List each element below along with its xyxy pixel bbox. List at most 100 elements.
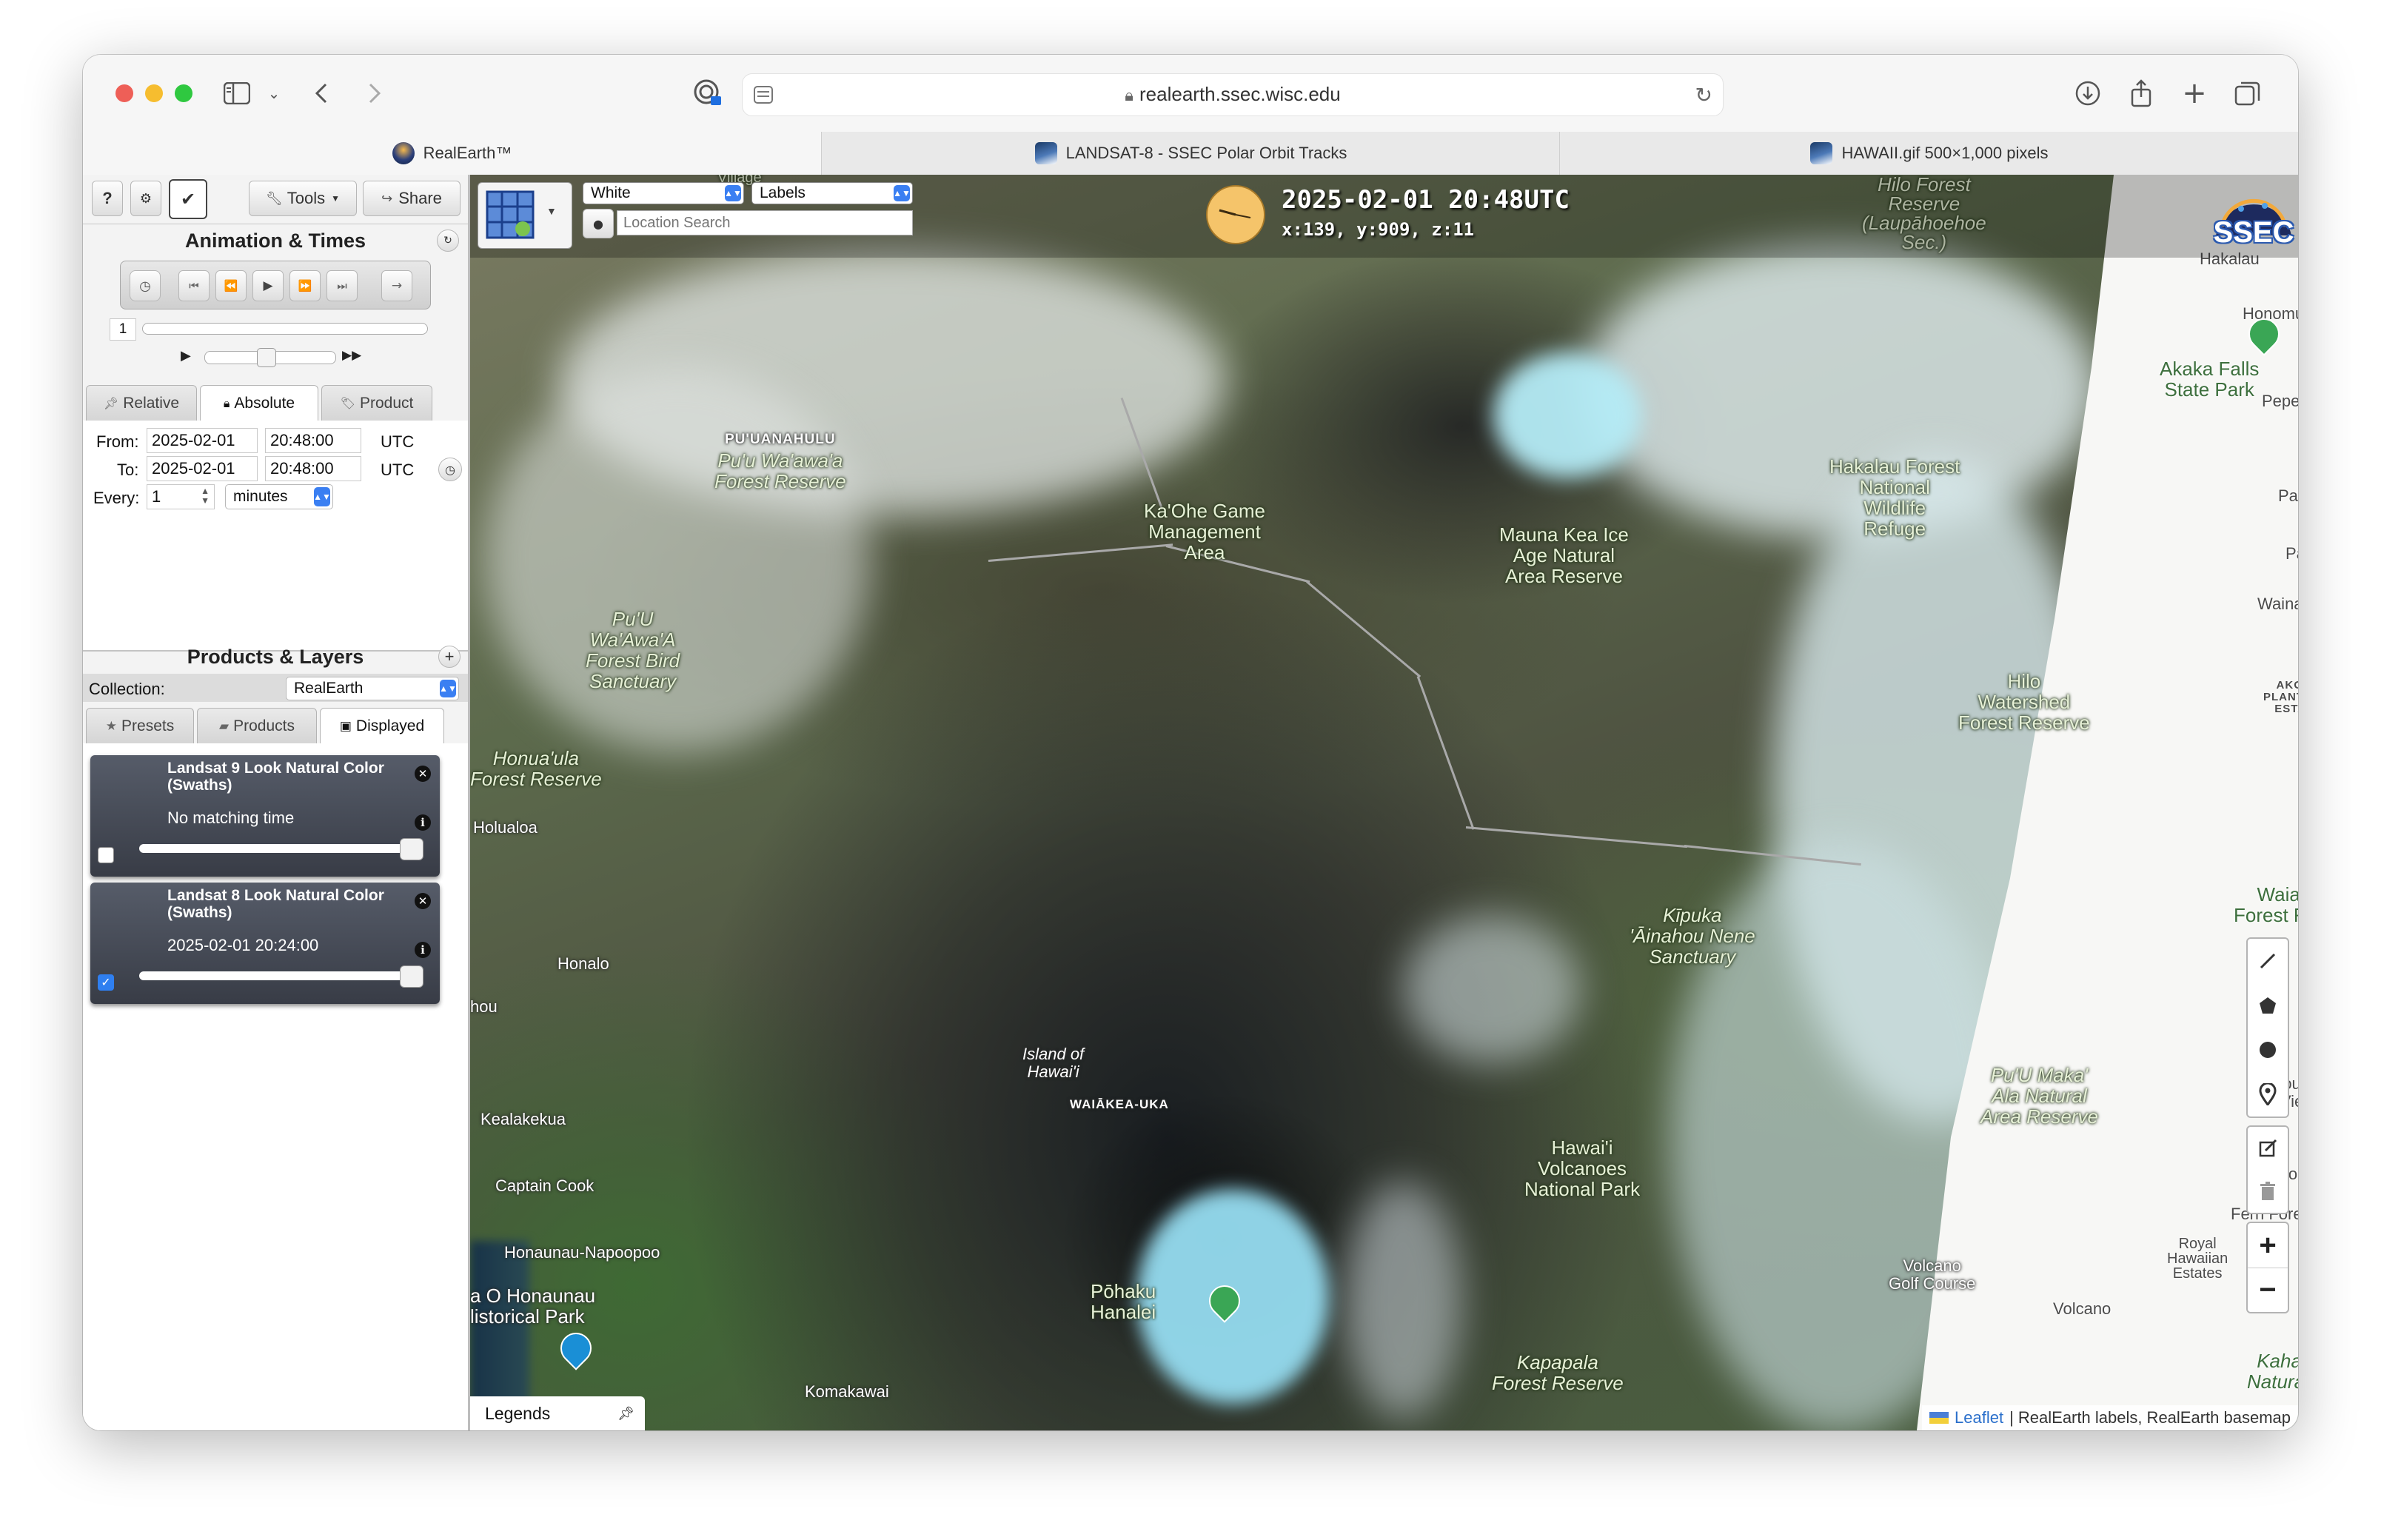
- info-icon[interactable]: i: [415, 814, 431, 831]
- basemap-select[interactable]: White ▲▼: [583, 182, 744, 204]
- from-time-input[interactable]: 20:48:00: [265, 428, 361, 453]
- play-icon[interactable]: ▶: [252, 270, 284, 301]
- location-dot-icon[interactable]: ●: [583, 209, 614, 238]
- tab-relative[interactable]: 📌︎ Relative: [86, 385, 197, 421]
- opacity-slider[interactable]: [139, 965, 423, 988]
- cloud-layer: [1403, 915, 1581, 1063]
- forward-icon[interactable]: [358, 77, 391, 110]
- road: [1416, 675, 1475, 830]
- frame-count: 1: [110, 318, 136, 341]
- arrow-right-icon[interactable]: →: [381, 270, 412, 301]
- opacity-slider[interactable]: [139, 838, 423, 860]
- ssec-logo[interactable]: SSEC: [2211, 184, 2296, 253]
- satellite-map[interactable]: Village Hilo Forest Reserve (Laupāhoehoe Se…: [470, 175, 2298, 1430]
- help-button[interactable]: ?: [92, 181, 123, 216]
- opacity-slider-knob[interactable]: [400, 838, 423, 860]
- pushpin-icon[interactable]: 📌︎: [617, 1406, 634, 1422]
- tab-hawaii-gif[interactable]: HAWAII.gif 500×1,000 pixels: [1559, 132, 2298, 175]
- chevron-down-icon[interactable]: ⌄: [258, 77, 290, 110]
- fast-forward-icon[interactable]: ⏩: [289, 270, 321, 301]
- speed-slider-knob[interactable]: [257, 348, 276, 367]
- downloads-icon[interactable]: [2072, 77, 2104, 110]
- play-small-icon[interactable]: ▶: [181, 348, 191, 364]
- collection-select[interactable]: RealEarth ▲▼: [286, 677, 459, 700]
- caret-down-icon: ▼: [546, 205, 557, 217]
- zoom-out-icon[interactable]: −: [2248, 1268, 2288, 1312]
- legends-tab[interactable]: Legends 📌︎: [470, 1396, 645, 1430]
- location-search-input[interactable]: [617, 210, 913, 235]
- tab-presets[interactable]: ★ Presets: [86, 708, 194, 743]
- basemap-picker[interactable]: ▼: [478, 182, 572, 249]
- settings-button[interactable]: ⚙: [130, 181, 161, 216]
- tab-displayed[interactable]: ▣ Displayed: [320, 708, 444, 743]
- checkmark-button[interactable]: ✔: [169, 179, 207, 219]
- edit-toolbar: [2246, 1125, 2289, 1214]
- absolute-panel: [83, 421, 468, 650]
- tab-overview-icon[interactable]: [2231, 77, 2264, 110]
- time-now-clock-icon[interactable]: ◷: [438, 458, 462, 481]
- layer-card[interactable]: Landsat 8 Look Natural Color (Swaths) ✕ …: [90, 883, 440, 1004]
- every-unit-select[interactable]: minutes ▲▼: [225, 484, 333, 509]
- close-icon[interactable]: ✕: [415, 893, 431, 909]
- layer-checkbox[interactable]: [98, 847, 114, 863]
- lock-small-icon: 🔒︎: [223, 395, 230, 410]
- edit-icon[interactable]: [2248, 1127, 2288, 1170]
- tab-absolute[interactable]: 🔒︎ Absolute: [200, 385, 318, 421]
- tab-realearth[interactable]: RealEarth™: [83, 132, 821, 175]
- draw-circle-icon[interactable]: [2248, 1028, 2288, 1072]
- stepper-icon[interactable]: ▲ ▼: [201, 486, 210, 506]
- ssec-favicon-icon: [392, 142, 415, 164]
- tools-button[interactable]: 🔧︎ Tools ▼: [249, 181, 357, 216]
- privacy-report-icon[interactable]: [691, 77, 724, 110]
- labels-select[interactable]: Labels ▲▼: [751, 182, 913, 204]
- draw-marker-icon[interactable]: [2248, 1072, 2288, 1116]
- tab-products[interactable]: ▰ Products: [197, 708, 317, 743]
- trash-icon[interactable]: [2248, 1170, 2288, 1213]
- tab-bar: RealEarth™ LANDSAT-8 - SSEC Polar Orbit …: [83, 132, 2298, 175]
- new-tab-icon[interactable]: +: [2178, 76, 2211, 110]
- info-icon[interactable]: i: [415, 942, 431, 958]
- grid-map-icon: [486, 190, 535, 239]
- playback-controls: ◷ ⏮ ⏪ ▶ ⏩ ⏭ →: [120, 261, 431, 309]
- fast-play-icon[interactable]: ▶▶: [342, 348, 361, 363]
- share-button[interactable]: ↪ Share: [363, 181, 461, 216]
- layer-card[interactable]: Landsat 9 Look Natural Color (Swaths) ✕ …: [90, 755, 440, 877]
- address-bar[interactable]: 🔒︎ realearth.ssec.wisc.edu ↻: [742, 73, 1724, 116]
- first-frame-icon[interactable]: ⏮: [178, 270, 210, 301]
- every-label: Every:: [93, 489, 140, 507]
- draw-polygon-icon[interactable]: [2248, 983, 2288, 1028]
- layer-checkbox[interactable]: ✓: [98, 974, 114, 991]
- opacity-slider-knob[interactable]: [400, 965, 423, 988]
- zoom-in-icon[interactable]: +: [2248, 1223, 2288, 1268]
- pin-icon: 📌︎: [103, 396, 119, 410]
- clock-icon[interactable]: ◷: [130, 270, 161, 301]
- speed-slider[interactable]: [204, 348, 336, 367]
- tab-product[interactable]: 🏷︎ Product: [321, 385, 432, 421]
- leaflet-link[interactable]: Leaflet: [1955, 1408, 2003, 1427]
- map-datetime: 2025-02-01 20:48UTC: [1282, 185, 1570, 215]
- ssec-logo-text: SSEC: [2213, 216, 2294, 249]
- zoom-window-button[interactable]: [175, 84, 192, 102]
- last-frame-icon[interactable]: ⏭: [326, 270, 358, 301]
- rewind-icon[interactable]: ⏪: [215, 270, 247, 301]
- close-window-button[interactable]: [115, 84, 133, 102]
- from-date-input[interactable]: 2025-02-01: [147, 428, 258, 453]
- refresh-icon[interactable]: ↻: [437, 230, 459, 252]
- add-product-icon[interactable]: +: [438, 646, 461, 668]
- every-value-input[interactable]: 1 ▲ ▼: [147, 484, 215, 509]
- sidebar-toggle-icon[interactable]: [221, 77, 253, 110]
- tab-landsat-tracks[interactable]: LANDSAT-8 - SSEC Polar Orbit Tracks: [821, 132, 1560, 175]
- landmark-pin-icon[interactable]: [554, 1326, 598, 1370]
- to-time-input[interactable]: 20:48:00: [265, 456, 361, 481]
- caret-down-icon: ▼: [331, 193, 341, 204]
- to-date-input[interactable]: 2025-02-01: [147, 456, 258, 481]
- back-icon[interactable]: [305, 77, 338, 110]
- frame-slider[interactable]: [142, 323, 428, 335]
- share-icon[interactable]: [2125, 77, 2157, 110]
- minimize-window-button[interactable]: [145, 84, 163, 102]
- close-icon[interactable]: ✕: [415, 766, 431, 782]
- map-label: AKOLEAPLANTATIONESTATES: [2263, 679, 2298, 715]
- reload-icon[interactable]: ↻: [1695, 83, 1712, 107]
- draw-line-icon[interactable]: [2248, 939, 2288, 983]
- draw-toolbar: [2246, 937, 2289, 1118]
